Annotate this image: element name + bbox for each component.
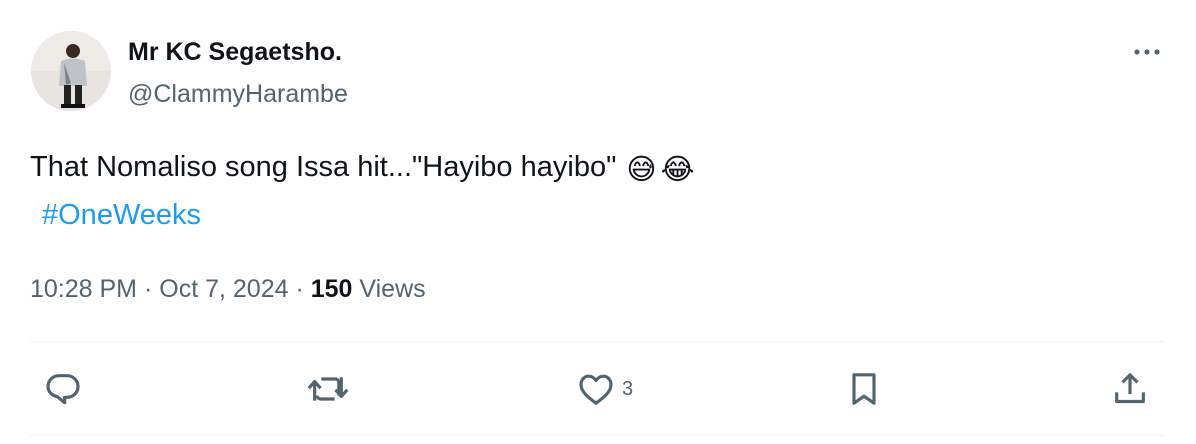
more-options-button[interactable]: [1125, 36, 1169, 68]
avatar-image: [31, 31, 111, 111]
more-icon: [1134, 49, 1160, 55]
repost-button[interactable]: [304, 364, 352, 414]
avatar[interactable]: [31, 31, 111, 111]
heart-icon: [579, 374, 613, 405]
meta-separator: ·: [143, 275, 153, 303]
tweet-meta: 10:28 PM · Oct 7, 2024 · 150 Views: [30, 272, 426, 306]
tweet-date[interactable]: Oct 7, 2024: [159, 275, 288, 303]
tweet-time[interactable]: 10:28 PM: [30, 275, 137, 303]
repost-icon: [307, 377, 349, 401]
divider: [30, 341, 1164, 342]
tweet-text: That Nomaliso song Issa hit..."Hayibo ha…: [30, 146, 695, 190]
views-count: 150: [310, 275, 353, 303]
meta-separator: ·: [295, 275, 304, 303]
share-button[interactable]: [1110, 364, 1150, 414]
author-display-name[interactable]: Mr KC Segaetsho.: [128, 38, 342, 67]
bookmark-button[interactable]: [844, 364, 884, 414]
sweat-smile-emoji-icon: 😅: [626, 152, 657, 186]
reply-button[interactable]: [43, 364, 83, 414]
views-label: Views: [359, 275, 426, 303]
tears-of-joy-emoji-icon: 😂: [660, 152, 695, 186]
like-count: 3: [622, 377, 634, 400]
divider: [30, 435, 1164, 436]
share-icon: [1115, 373, 1145, 404]
author-handle[interactable]: @ClammyHarambe: [128, 80, 348, 109]
reply-icon: [46, 374, 80, 405]
hashtag-link[interactable]: #OneWeeks: [42, 194, 201, 236]
like-button[interactable]: 3: [576, 364, 633, 414]
bookmark-icon: [852, 373, 876, 405]
tweet-body: That Nomaliso song Issa hit..."Hayibo ha…: [30, 151, 617, 183]
